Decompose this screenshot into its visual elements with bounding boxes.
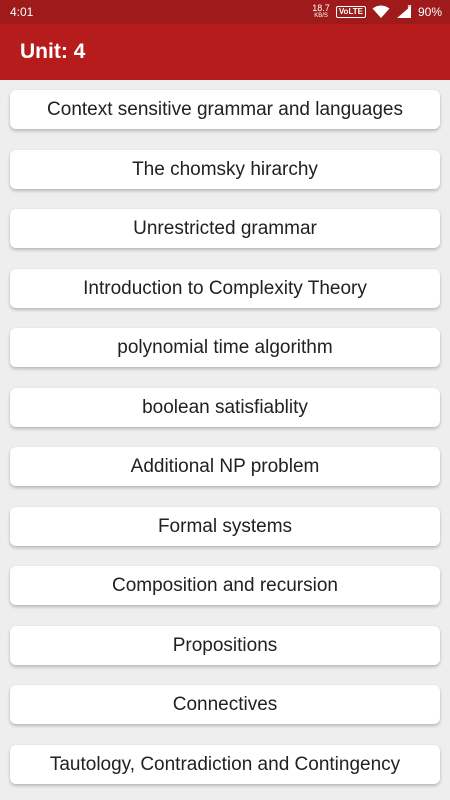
topic-button-boolean-satisfiability[interactable]: boolean satisfiablity	[10, 388, 440, 427]
network-speed-value: 18.7	[312, 3, 330, 13]
status-time: 4:01	[10, 5, 34, 19]
status-bar: 4:01 18.7 KB/S VoLTE 90%	[0, 0, 450, 24]
app-bar: Unit: 4	[0, 24, 450, 80]
topic-button-tautology[interactable]: Tautology, Contradiction and Contingency	[10, 745, 440, 784]
volte-icon: VoLTE	[335, 6, 366, 18]
wifi-icon	[372, 5, 390, 18]
topic-button-np-problem[interactable]: Additional NP problem	[10, 447, 440, 486]
topic-button-polynomial-time[interactable]: polynomial time algorithm	[10, 328, 440, 367]
topic-list: Context sensitive grammar and languages …	[0, 80, 450, 800]
signal-icon	[396, 5, 412, 18]
topic-button-composition-recursion[interactable]: Composition and recursion	[10, 566, 440, 605]
battery-level: 90%	[417, 5, 442, 19]
topic-button-formal-systems[interactable]: Formal systems	[10, 507, 440, 546]
topic-button-unrestricted-grammar[interactable]: Unrestricted grammar	[10, 209, 440, 248]
topic-button-context-sensitive-grammar[interactable]: Context sensitive grammar and languages	[10, 90, 440, 129]
page-title: Unit: 4	[20, 40, 86, 63]
topic-button-connectives[interactable]: Connectives	[10, 685, 440, 724]
network-speed-unit: KB/S	[314, 13, 328, 19]
network-speed: 18.7 KB/S	[312, 4, 330, 20]
topic-button-chomsky-hierarchy[interactable]: The chomsky hirarchy	[10, 150, 440, 189]
topic-button-propositions[interactable]: Propositions	[10, 626, 440, 665]
status-icons: 18.7 KB/S VoLTE 90%	[312, 3, 442, 21]
topic-button-complexity-theory[interactable]: Introduction to Complexity Theory	[10, 269, 440, 308]
